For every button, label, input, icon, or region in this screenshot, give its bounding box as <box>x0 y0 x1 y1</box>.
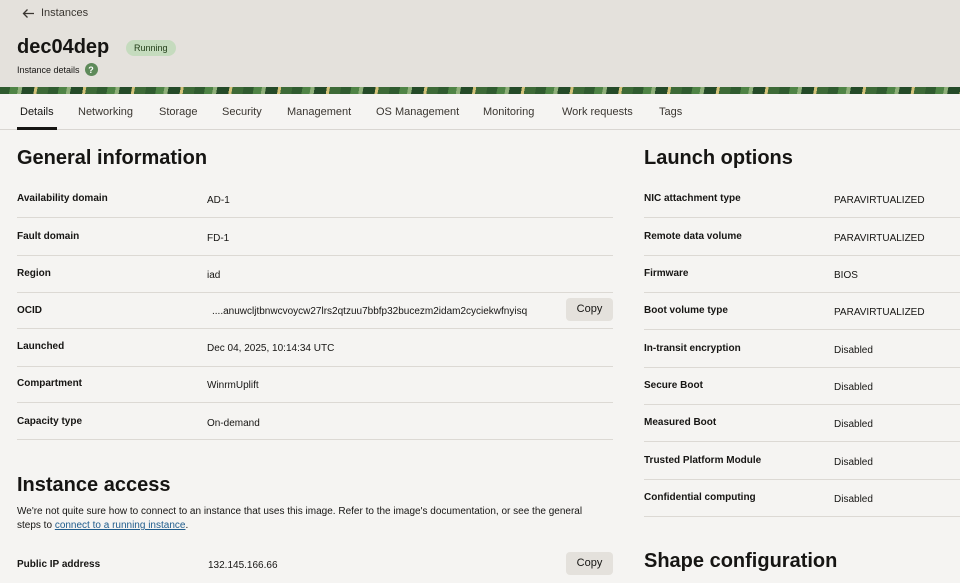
trusted-platform-module-value: Disabled <box>834 457 873 468</box>
divider <box>17 217 613 218</box>
tab-tags[interactable]: Tags <box>659 106 682 118</box>
instance-access-heading: Instance access <box>17 474 171 496</box>
in-transit-encryption-value: Disabled <box>834 345 873 356</box>
tab-bar: Details Networking Storage Security Mana… <box>0 94 960 130</box>
shape-configuration-heading: Shape configuration <box>644 550 838 572</box>
general-information-heading: General information <box>17 147 208 169</box>
connect-instance-link[interactable]: connect to a running instance <box>55 520 186 531</box>
tab-os-management[interactable]: OS Management <box>376 106 459 118</box>
subtitle-text: Instance details <box>17 64 80 75</box>
capacity-type-value: On-demand <box>207 418 260 429</box>
in-transit-encryption-label: In-transit encryption <box>644 343 741 354</box>
confidential-computing-value: Disabled <box>834 494 873 505</box>
launched-value: Dec 04, 2025, 10:14:34 UTC <box>207 343 335 354</box>
help-icon[interactable]: ? <box>84 63 98 76</box>
tab-monitoring[interactable]: Monitoring <box>483 106 534 118</box>
public-ip-label: Public IP address <box>17 559 101 570</box>
divider <box>644 217 960 218</box>
divider <box>644 404 960 405</box>
arrow-left-icon <box>22 8 34 18</box>
remote-data-volume-label: Remote data volume <box>644 231 742 242</box>
divider <box>644 292 960 293</box>
ocid-value: ....anuwcljtbnwcvoycw27lrs2qtzuu7bbfp32b… <box>212 306 528 317</box>
remote-data-volume-value: PARAVIRTUALIZED <box>834 233 925 244</box>
ocid-label: OCID <box>17 305 42 316</box>
instance-access-description: We're not quite sure how to connect to a… <box>17 505 597 533</box>
divider <box>644 516 960 517</box>
divider <box>17 402 613 403</box>
status-badge: Running <box>126 40 176 56</box>
measured-boot-value: Disabled <box>834 419 873 430</box>
tab-management[interactable]: Management <box>287 106 351 118</box>
launch-options-heading: Launch options <box>644 147 793 169</box>
trusted-platform-module-label: Trusted Platform Module <box>644 455 762 466</box>
tab-details[interactable]: Details <box>20 106 54 118</box>
tab-security[interactable]: Security <box>222 106 262 118</box>
public-ip-value: 132.145.166.66 <box>208 560 278 571</box>
boot-volume-type-value: PARAVIRTUALIZED <box>834 307 925 318</box>
tab-work-requests[interactable]: Work requests <box>562 106 633 118</box>
availability-domain-label: Availability domain <box>17 193 108 204</box>
fault-domain-value: FD-1 <box>207 233 230 244</box>
region-value: iad <box>207 270 221 281</box>
divider <box>644 479 960 480</box>
divider <box>17 255 613 256</box>
measured-boot-label: Measured Boot <box>644 417 717 428</box>
capacity-type-label: Capacity type <box>17 416 83 427</box>
copy-ip-button[interactable]: Copy <box>566 552 613 575</box>
divider <box>644 255 960 256</box>
divider <box>17 439 613 440</box>
tab-storage[interactable]: Storage <box>159 106 198 118</box>
page-title: dec04dep <box>17 36 110 58</box>
divider <box>644 329 960 330</box>
divider <box>644 441 960 442</box>
nic-attachment-type-value: PARAVIRTUALIZED <box>834 195 925 206</box>
nic-attachment-type-label: NIC attachment type <box>644 193 741 204</box>
region-label: Region <box>17 268 51 279</box>
boot-volume-type-label: Boot volume type <box>644 305 728 316</box>
tab-networking[interactable]: Networking <box>78 106 133 118</box>
divider <box>644 367 960 368</box>
firmware-value: BIOS <box>834 270 858 281</box>
active-tab-indicator <box>17 127 57 130</box>
confidential-computing-label: Confidential computing <box>644 492 756 503</box>
back-link-label: Instances <box>41 7 89 19</box>
availability-domain-value: AD-1 <box>207 195 230 206</box>
decorative-banner <box>0 87 960 94</box>
divider <box>17 328 613 329</box>
back-to-instances-link[interactable]: Instances <box>22 6 88 20</box>
divider <box>17 366 613 367</box>
secure-boot-label: Secure Boot <box>644 380 703 391</box>
page-subtitle: Instance details ? <box>17 63 98 76</box>
divider <box>17 292 613 293</box>
copy-ocid-button[interactable]: Copy <box>566 298 613 321</box>
launched-label: Launched <box>17 341 65 352</box>
firmware-label: Firmware <box>644 268 689 279</box>
compartment-value: WinrmUplift <box>207 380 259 391</box>
secure-boot-value: Disabled <box>834 382 873 393</box>
access-text-after: . <box>185 520 189 531</box>
compartment-label: Compartment <box>17 378 83 389</box>
fault-domain-label: Fault domain <box>17 231 80 242</box>
page-header: Instances dec04dep Running Instance deta… <box>0 0 960 94</box>
